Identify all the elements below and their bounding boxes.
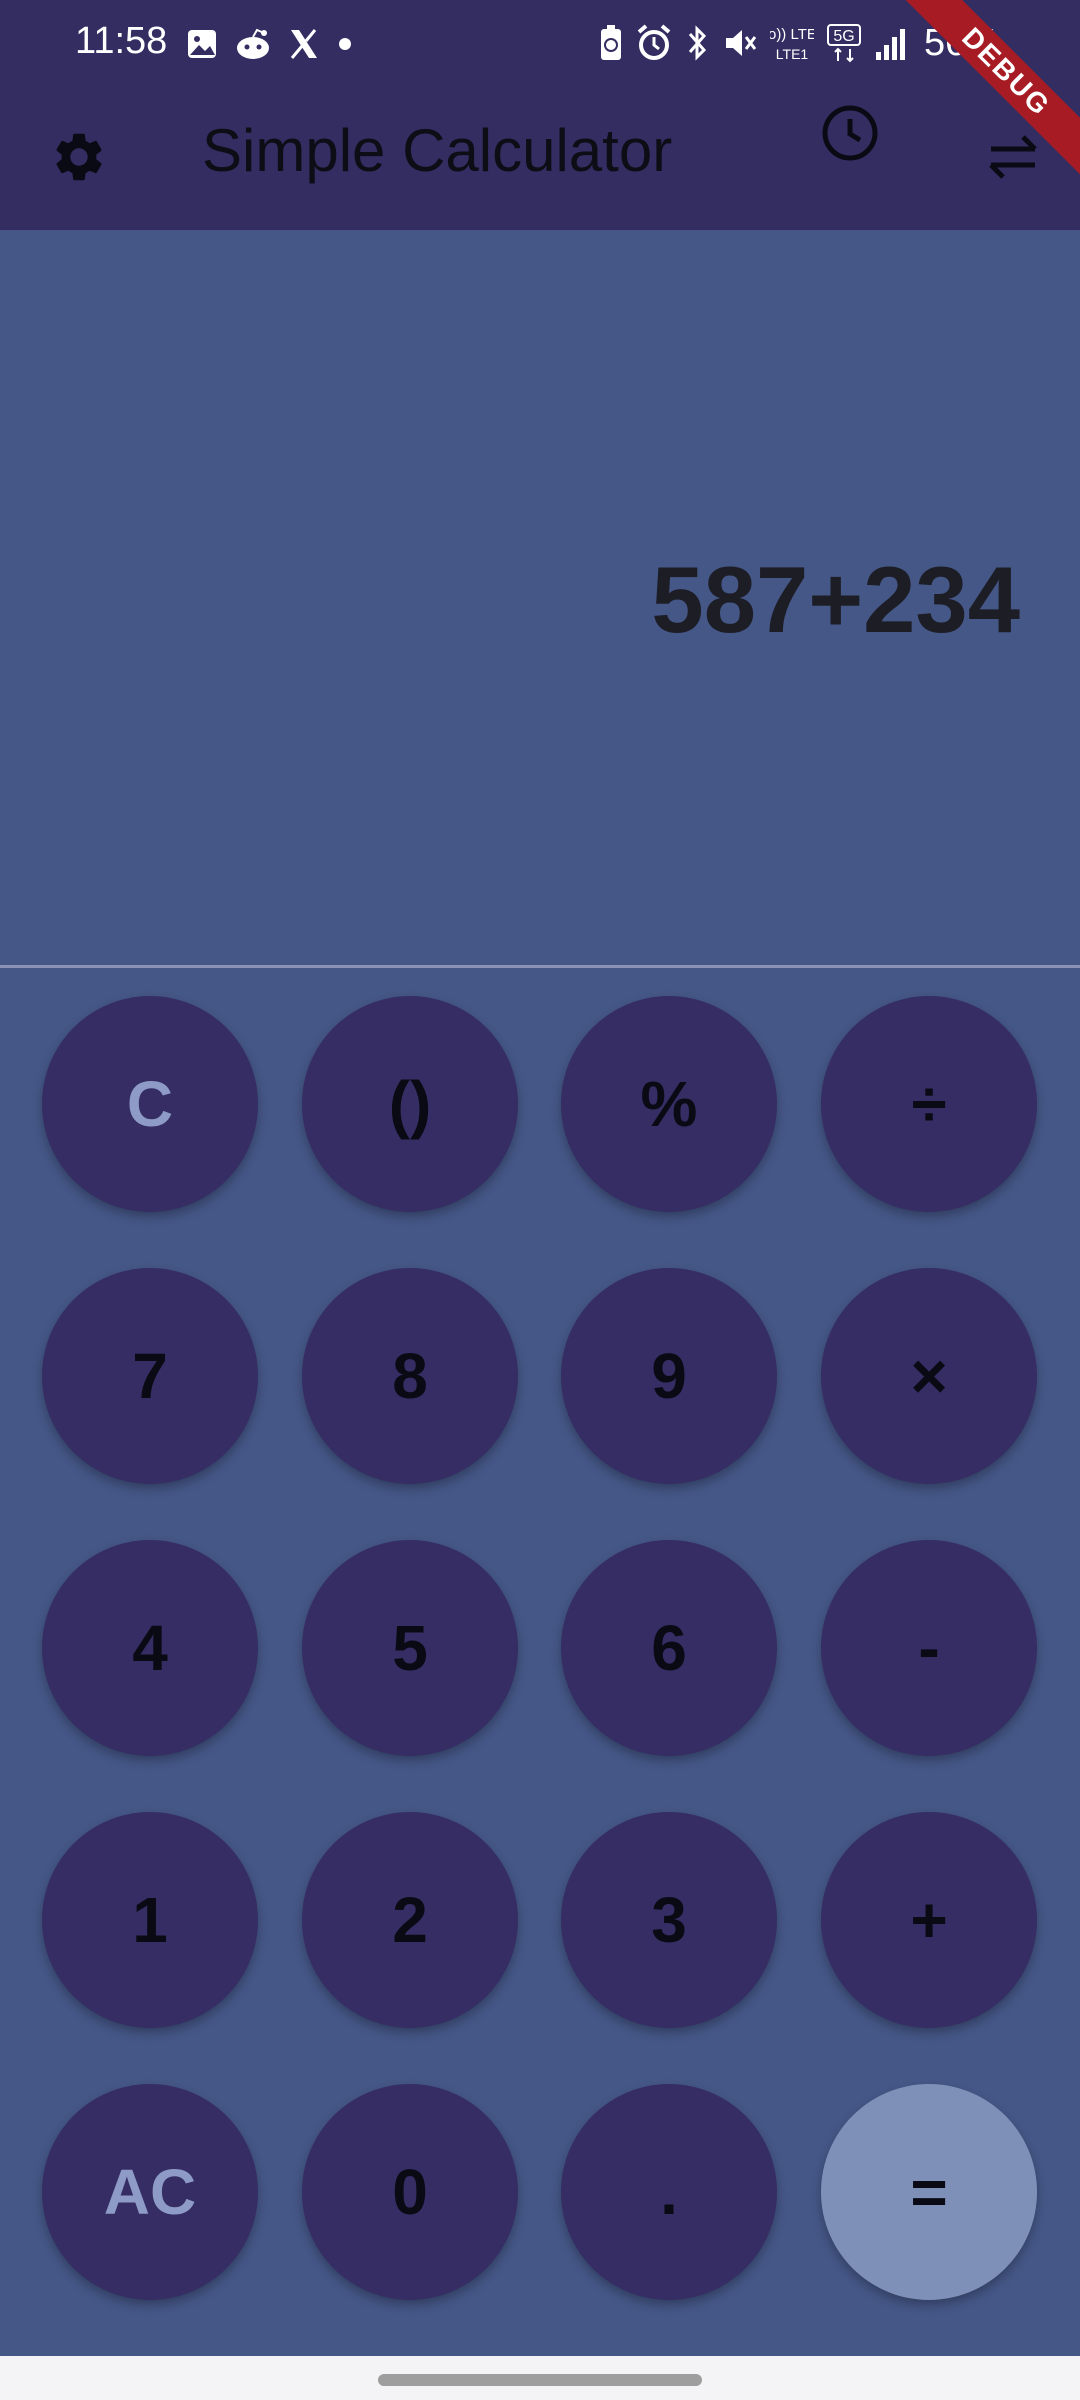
x-icon bbox=[290, 29, 317, 59]
key-percent[interactable]: % bbox=[561, 996, 777, 1212]
key-3[interactable]: 3 bbox=[561, 1812, 777, 2028]
key-subtract[interactable]: - bbox=[821, 1540, 1037, 1756]
mute-icon bbox=[726, 30, 757, 56]
signal-icon bbox=[876, 29, 905, 60]
volte-icon: Vo)) LTE1 LTE1 bbox=[770, 26, 814, 62]
swap-icon bbox=[989, 135, 1037, 179]
history-icon bbox=[822, 105, 878, 161]
key-decimal[interactable]: . bbox=[561, 2084, 777, 2300]
notification-icons bbox=[185, 24, 355, 64]
keypad: C () % ÷ 7 8 9 × 4 5 6 - 1 2 3 + AC 0 . … bbox=[0, 968, 1080, 2356]
key-parentheses[interactable]: () bbox=[302, 996, 518, 1212]
status-time: 11:58 bbox=[75, 20, 168, 62]
key-multiply[interactable]: × bbox=[821, 1268, 1037, 1484]
volte-label: Vo)) LTE1 bbox=[770, 26, 814, 43]
key-equals[interactable]: = bbox=[821, 2084, 1037, 2300]
5g-icon: 5G bbox=[827, 24, 861, 63]
key-1[interactable]: 1 bbox=[42, 1812, 258, 2028]
key-6[interactable]: 6 bbox=[561, 1540, 777, 1756]
key-4[interactable]: 4 bbox=[42, 1540, 258, 1756]
dot-icon bbox=[339, 38, 351, 50]
svg-text:LTE1: LTE1 bbox=[776, 46, 809, 62]
key-add[interactable]: + bbox=[821, 1812, 1037, 2028]
key-9[interactable]: 9 bbox=[561, 1268, 777, 1484]
network-label: 5G bbox=[833, 28, 854, 45]
key-2[interactable]: 2 bbox=[302, 1812, 518, 2028]
navigation-bar bbox=[0, 2356, 1080, 2400]
reddit-icon bbox=[237, 28, 269, 59]
expression-text: 587+234 bbox=[651, 547, 1020, 652]
key-7[interactable]: 7 bbox=[42, 1268, 258, 1484]
settings-icon bbox=[56, 133, 102, 181]
history-button[interactable] bbox=[805, 88, 895, 178]
key-clear[interactable]: C bbox=[42, 996, 258, 1212]
calculator-display: 587+234 bbox=[0, 230, 1080, 966]
key-divide[interactable]: ÷ bbox=[821, 996, 1037, 1212]
key-all-clear[interactable]: AC bbox=[42, 2084, 258, 2300]
app-title: Simple Calculator bbox=[202, 117, 673, 184]
key-0[interactable]: 0 bbox=[302, 2084, 518, 2300]
settings-button[interactable] bbox=[34, 112, 124, 202]
gesture-handle[interactable] bbox=[378, 2374, 702, 2386]
app-bar: Simple Calculator bbox=[0, 88, 1080, 230]
alarm-icon bbox=[637, 24, 671, 60]
battery-saver-icon bbox=[601, 25, 621, 60]
gallery-icon bbox=[188, 30, 216, 58]
key-8[interactable]: 8 bbox=[302, 1268, 518, 1484]
bluetooth-icon bbox=[688, 25, 707, 61]
key-5[interactable]: 5 bbox=[302, 1540, 518, 1756]
